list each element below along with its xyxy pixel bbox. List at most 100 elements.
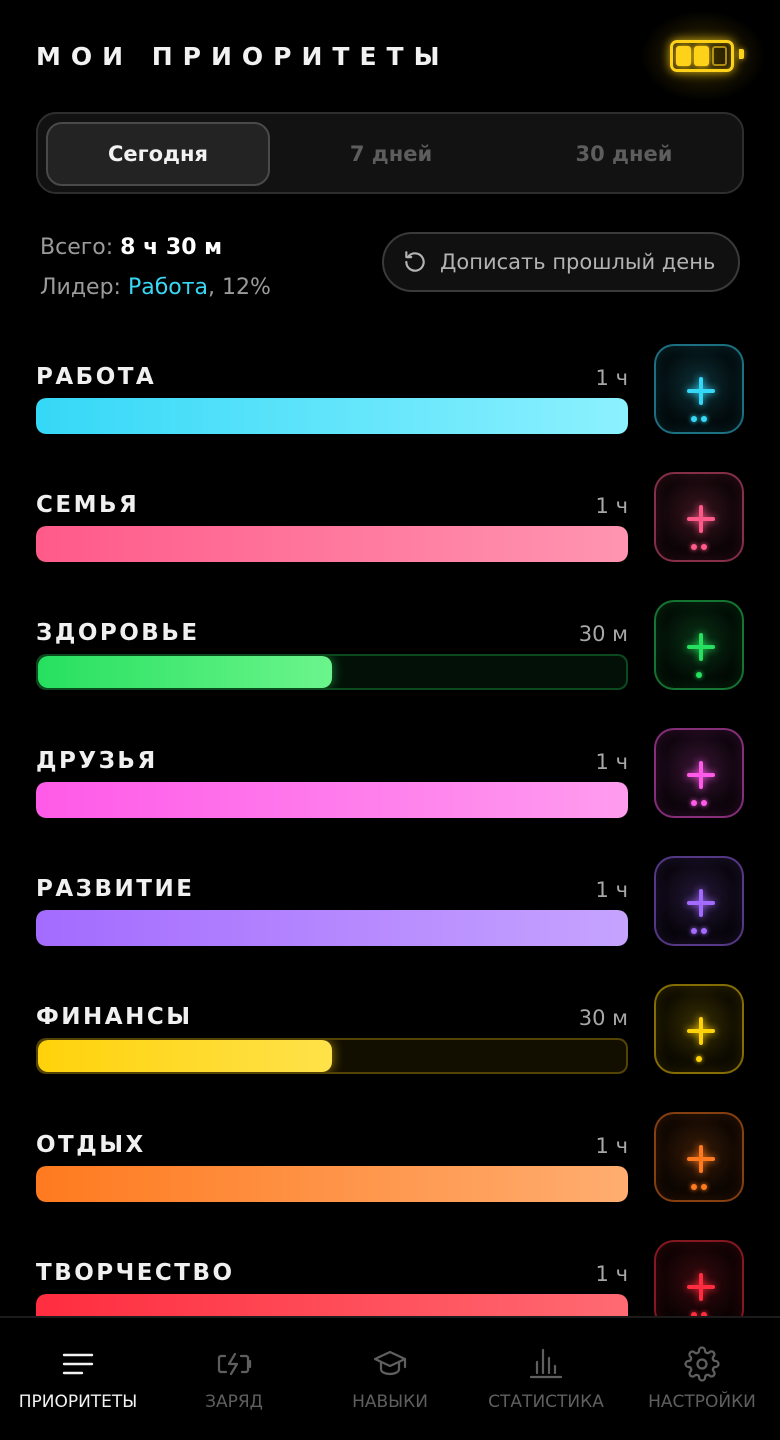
entry-dots <box>656 1184 742 1190</box>
priority-progress-track <box>36 1166 628 1202</box>
priority-item: ДРУЗЬЯ 1 ч <box>36 728 744 848</box>
battery-icon[interactable] <box>640 10 766 102</box>
tab-label: НАСТРОЙКИ <box>648 1392 756 1412</box>
tab-today[interactable]: Сегодня <box>46 122 270 186</box>
entry-dot <box>696 672 702 678</box>
entry-dot <box>691 544 697 550</box>
priority-name: ОТДЫХ <box>36 1132 146 1158</box>
entry-dot <box>701 800 707 806</box>
priority-progress-fill <box>36 1166 628 1202</box>
entry-dot <box>701 544 707 550</box>
add-time-button[interactable] <box>654 344 744 434</box>
entry-dots <box>656 1056 742 1062</box>
priority-name: РАБОТА <box>36 364 157 390</box>
add-time-button[interactable] <box>654 984 744 1074</box>
priority-name: РАЗВИТИЕ <box>36 876 195 902</box>
priority-item: РАЗВИТИЕ 1 ч <box>36 856 744 976</box>
entry-dot <box>701 928 707 934</box>
bar-chart-icon <box>529 1348 563 1379</box>
add-time-button[interactable] <box>654 856 744 946</box>
tab-settings[interactable]: НАСТРОЙКИ <box>624 1318 780 1440</box>
summary: Всего: 8 ч 30 м Лидер: Работа, 12% <box>40 228 271 308</box>
priority-time: 30 м <box>578 622 628 646</box>
tab-charge[interactable]: ЗАРЯД <box>156 1318 312 1440</box>
leader-name: Работа <box>127 275 209 300</box>
priority-progress-track <box>36 782 628 818</box>
priority-progress-track <box>36 654 628 690</box>
priority-name: ДРУЗЬЯ <box>36 748 158 774</box>
tab-priorities[interactable]: ПРИОРИТЕТЫ <box>0 1318 156 1440</box>
priority-item: СЕМЬЯ 1 ч <box>36 472 744 592</box>
add-time-button[interactable] <box>654 600 744 690</box>
entry-dots <box>656 672 742 678</box>
priority-progress-fill <box>36 782 628 818</box>
total-value: 8 ч 30 м <box>120 235 223 260</box>
entry-dot <box>691 1184 697 1190</box>
tab-label: НАВЫКИ <box>352 1392 428 1412</box>
priority-time: 1 ч <box>595 878 628 902</box>
priority-time: 1 ч <box>595 494 628 518</box>
plus-icon <box>687 761 715 789</box>
priority-time: 1 ч <box>595 1262 628 1286</box>
priority-item: РАБОТА 1 ч <box>36 344 744 464</box>
entry-dot <box>691 416 697 422</box>
priority-time: 1 ч <box>595 750 628 774</box>
graduation-cap-icon <box>373 1350 407 1376</box>
backfill-label: Дописать прошлый день <box>440 250 716 274</box>
priority-progress-track <box>36 910 628 946</box>
header: МОИ ПРИОРИТЕТЫ <box>36 10 766 102</box>
priority-progress-track <box>36 526 628 562</box>
priority-item: ФИНАНСЫ 30 м <box>36 984 744 1104</box>
priority-time: 30 м <box>578 1006 628 1030</box>
add-time-button[interactable] <box>654 728 744 818</box>
entry-dot <box>691 800 697 806</box>
tab-statistics[interactable]: СТАТИСТИКА <box>468 1318 624 1440</box>
page-title: МОИ ПРИОРИТЕТЫ <box>36 42 450 71</box>
tab-skills[interactable]: НАВЫКИ <box>312 1318 468 1440</box>
tab-label: ЗАРЯД <box>205 1392 263 1412</box>
plus-icon <box>687 1145 715 1173</box>
priority-time: 1 ч <box>595 1134 628 1158</box>
battery-body <box>670 40 734 72</box>
leader-label: Лидер: <box>40 275 121 300</box>
tab-label: СТАТИСТИКА <box>488 1392 604 1412</box>
priority-time: 1 ч <box>595 366 628 390</box>
period-selector: Сегодня 7 дней 30 дней <box>36 112 744 194</box>
priority-progress-track <box>36 1038 628 1074</box>
gear-icon <box>684 1346 720 1382</box>
battery-cell <box>694 46 709 66</box>
tab-7-days[interactable]: 7 дней <box>279 122 503 186</box>
priority-name: ТВОРЧЕСТВО <box>36 1260 235 1286</box>
add-time-button[interactable] <box>654 472 744 562</box>
tab-label: ПРИОРИТЕТЫ <box>18 1392 138 1412</box>
backfill-previous-day-button[interactable]: Дописать прошлый день <box>382 232 740 292</box>
history-icon <box>405 251 425 272</box>
tab-30-days[interactable]: 30 дней <box>512 122 736 186</box>
leader-percent: , 12% <box>208 275 271 300</box>
total-label: Всего: <box>40 235 114 260</box>
plus-icon <box>687 505 715 533</box>
entry-dots <box>656 416 742 422</box>
entry-dots <box>656 800 742 806</box>
priority-progress-fill <box>36 398 628 434</box>
plus-icon <box>687 377 715 405</box>
plus-icon <box>687 1017 715 1045</box>
entry-dot <box>696 1056 702 1062</box>
priority-progress-fill <box>36 910 628 946</box>
priority-progress-fill <box>38 1040 332 1072</box>
priority-item: ЗДОРОВЬЕ 30 м <box>36 600 744 720</box>
leader-line: Лидер: Работа, 12% <box>40 268 271 308</box>
battery-cell <box>676 46 691 66</box>
priority-item: ОТДЫХ 1 ч <box>36 1112 744 1232</box>
bottom-tab-bar: ПРИОРИТЕТЫ ЗАРЯД НАВЫКИ СТАТИСТИКА НАСТР… <box>0 1316 780 1440</box>
plus-icon <box>687 889 715 917</box>
battery-tip <box>739 49 744 59</box>
entry-dots <box>656 544 742 550</box>
priority-name: ФИНАНСЫ <box>36 1004 193 1030</box>
plus-icon <box>687 1273 715 1301</box>
menu-lines-icon <box>62 1353 94 1375</box>
priority-name: ЗДОРОВЬЕ <box>36 620 200 646</box>
battery-charge-icon <box>217 1352 252 1376</box>
add-time-button[interactable] <box>654 1112 744 1202</box>
priority-progress-track <box>36 398 628 434</box>
